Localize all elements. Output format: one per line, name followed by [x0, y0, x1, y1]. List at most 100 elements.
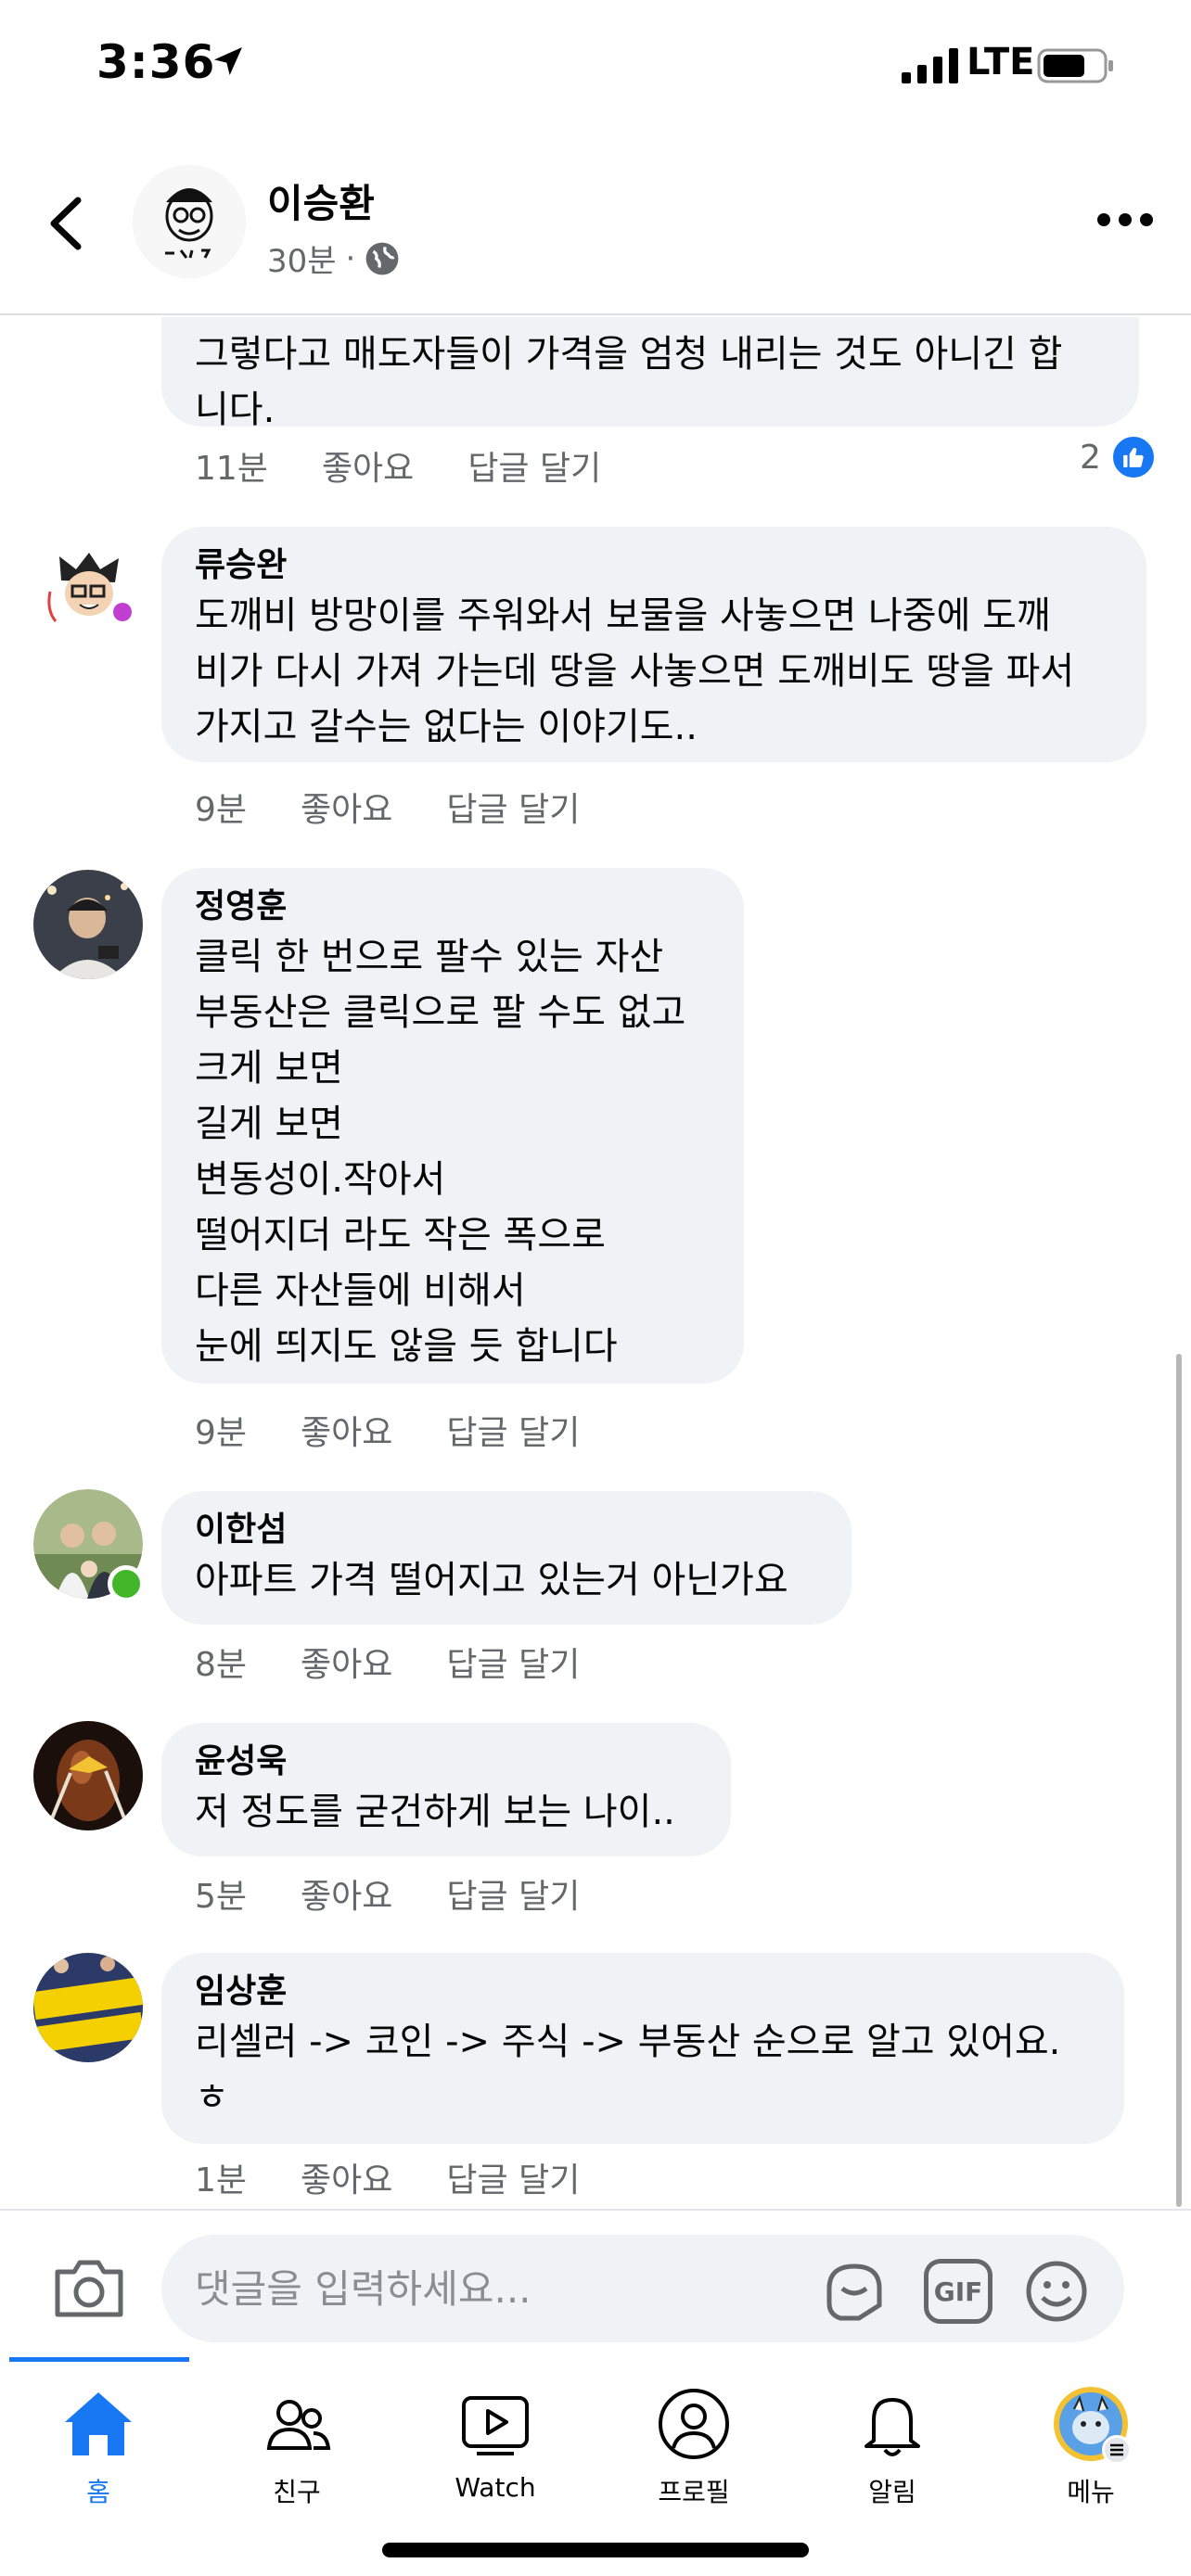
comment-text-line: 가지고 갈수는 없다는 이야기도.. [195, 706, 698, 748]
commenter-name[interactable]: 류승완 [195, 543, 1113, 588]
menu-avatar [1052, 2385, 1132, 2465]
comment-bubble[interactable]: 그렇다고 매도자들이 가격을 엄청 내리는 것도 아니긴 합 니다. [161, 317, 1139, 431]
comment-time: 9분 [195, 1414, 248, 1452]
online-status-indicator [108, 1565, 145, 1602]
commenter-avatar[interactable] [33, 870, 143, 979]
reply-button[interactable]: 답글 달기 [446, 783, 580, 831]
nav-label: 메뉴 [1067, 2477, 1115, 2507]
commenter-name[interactable]: 윤성욱 [195, 1740, 698, 1784]
hamburger-icon [1110, 2443, 1123, 2456]
nav-friends[interactable]: 친구 [232, 2385, 362, 2515]
comment-time: 9분 [195, 791, 248, 829]
reply-button[interactable]: 답글 달기 [467, 441, 601, 490]
battery-icon [1037, 48, 1113, 83]
post-header: 이승환 30분 · [0, 139, 1191, 315]
comment-text-line: 길게 보면 [195, 1103, 343, 1145]
nav-profile[interactable]: 프로필 [629, 2385, 759, 2515]
friends-icon [266, 2400, 331, 2450]
comment-text-line: 부동산은 클릭으로 팔 수도 없고 [195, 991, 686, 1034]
comment-text-line: 눈에 띄지도 않을 듯 합니다 [195, 1325, 618, 1368]
reply-button[interactable]: 답글 달기 [446, 1638, 580, 1686]
comment-text-line: 크게 보면 [195, 1047, 343, 1090]
reaction-number: 2 [1080, 438, 1101, 477]
comment-text-line: ㅎ [195, 2076, 229, 2119]
watch-icon [462, 2396, 529, 2455]
commenter-avatar[interactable] [33, 1721, 143, 1830]
comment-bubble[interactable]: 류승완 도깨비 방망이를 주워와서 보물을 사놓으면 나중에 도깨 비가 다시 … [161, 527, 1146, 762]
emoji-icon[interactable] [1024, 2259, 1089, 2324]
profile-icon [659, 2389, 729, 2459]
comment-time: 5분 [195, 1878, 248, 1916]
comment-text-line: 아파트 가격 떨어지고 있는거 아닌가요 [195, 1559, 788, 1601]
nav-label: Watch [455, 2472, 536, 2503]
menu-badge [1102, 2435, 1132, 2465]
comment-time: 8분 [195, 1646, 248, 1684]
like-button[interactable]: 좋아요 [301, 1406, 392, 1454]
like-button[interactable]: 좋아요 [301, 783, 392, 831]
more-options-icon[interactable] [1095, 206, 1156, 234]
post-time: 30분 [267, 243, 337, 280]
cellular-signal-icon [902, 48, 958, 83]
comment-text-line: 그렇다고 매도자들이 가격을 엄청 내리는 것도 아니긴 합 [195, 333, 1063, 376]
comment-text-line: 니다. [195, 389, 275, 431]
sticker-icon[interactable] [822, 2259, 887, 2324]
comment-text-line: 클릭 한 번으로 팔수 있는 자산 [195, 936, 664, 978]
nav-notifications[interactable]: 알림 [827, 2385, 957, 2515]
comment-bubble[interactable]: 임상훈 리셀러 -> 코인 -> 주식 -> 부동산 순으로 알고 있어요. ㅎ [161, 1953, 1124, 2144]
commenter-name[interactable]: 임상훈 [195, 1970, 1091, 2014]
back-arrow-icon[interactable] [41, 191, 93, 256]
location-arrow-icon [214, 47, 242, 75]
comment-bubble[interactable]: 정영훈 클릭 한 번으로 팔수 있는 자산 부동산은 클릭으로 팔 수도 없고 … [161, 868, 744, 1384]
nav-menu[interactable]: 메뉴 [1026, 2385, 1156, 2515]
nav-label: 알림 [868, 2477, 916, 2507]
commenter-avatar[interactable] [33, 1953, 143, 2062]
comment-actions: 5분 좋아요 답글 달기 [195, 1869, 580, 1918]
like-button[interactable]: 좋아요 [301, 2153, 392, 2201]
comment-actions: 11분 좋아요 답글 달기 [195, 441, 601, 490]
nav-home[interactable]: 홈 [33, 2385, 163, 2515]
camera-icon[interactable] [52, 2255, 126, 2320]
active-tab-indicator [9, 2357, 189, 2362]
comment-time: 11분 [195, 450, 268, 488]
commenter-avatar[interactable] [33, 536, 143, 645]
author-name[interactable]: 이승환 [267, 172, 375, 229]
author-avatar[interactable] [133, 165, 246, 278]
home-icon [65, 2392, 132, 2455]
status-bar: 3:36 LTE [0, 0, 1191, 139]
bell-icon [864, 2398, 920, 2456]
comment-actions: 9분 좋아요 답글 달기 [195, 1406, 580, 1454]
nav-label: 홈 [86, 2477, 110, 2507]
post-meta: 30분 · [267, 236, 400, 281]
nav-label: 프로필 [658, 2477, 730, 2507]
network-label: LTE [967, 41, 1035, 83]
comment-composer: GIF [0, 2209, 1191, 2357]
gif-button[interactable]: GIF [924, 2259, 992, 2324]
home-indicator [382, 2543, 809, 2557]
nav-label: 친구 [273, 2477, 321, 2507]
like-button[interactable]: 좋아요 [301, 1638, 392, 1686]
comment-time: 1분 [195, 2162, 248, 2200]
reaction-count[interactable]: 2 [1080, 434, 1157, 480]
like-button[interactable]: 좋아요 [301, 1869, 392, 1918]
commenter-name[interactable]: 정영훈 [195, 885, 711, 929]
comment-text-line: 도깨비 방망이를 주워와서 보물을 사놓으면 나중에 도깨 [195, 594, 1051, 637]
comment-text-line: 떨어지더 라도 작은 폭으로 [195, 1214, 606, 1256]
nav-watch[interactable]: Watch [430, 2385, 560, 2515]
commenter-name[interactable]: 이한섬 [195, 1508, 818, 1552]
reply-button[interactable]: 답글 달기 [446, 2153, 580, 2201]
status-time: 3:36 [96, 35, 216, 89]
comment-actions: 1분 좋아요 답글 달기 [195, 2153, 580, 2201]
comment-bubble[interactable]: 이한섬 아파트 가격 떨어지고 있는거 아닌가요 [161, 1491, 852, 1625]
comment-text-line: 비가 다시 가져 가는데 땅을 사놓으면 도깨비도 땅을 파서 [195, 650, 1075, 693]
comment-text-line: 다른 자산들에 비해서 [195, 1269, 526, 1312]
reply-button[interactable]: 답글 달기 [446, 1406, 580, 1454]
comment-actions: 8분 좋아요 답글 달기 [195, 1638, 580, 1686]
meta-separator: · [345, 239, 356, 277]
comment-bubble[interactable]: 윤성욱 저 정도를 굳건하게 보는 나이.. [161, 1723, 731, 1856]
commenter-avatar[interactable] [33, 1489, 145, 1602]
like-button[interactable]: 좋아요 [322, 441, 414, 490]
reply-button[interactable]: 답글 달기 [446, 1869, 580, 1918]
comment-text-line: 변동성이.작아서 [195, 1158, 446, 1201]
scrollbar[interactable] [1176, 1354, 1182, 2207]
comments-list: 그렇다고 매도자들이 가격을 엄청 내리는 것도 아니긴 합 니다. 11분 좋… [0, 317, 1191, 2209]
